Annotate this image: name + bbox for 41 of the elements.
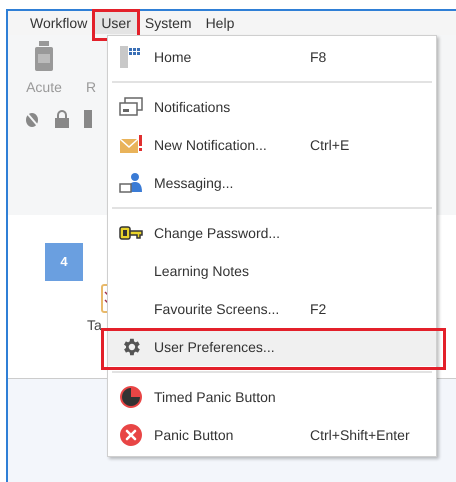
shortcut-label: F2 [310,300,326,318]
grid-icon [120,46,142,68]
menu-item[interactable]: Change Password... [108,214,436,252]
menu-item-label: Notifications [154,98,232,116]
shortcut-label: Ctrl+E [310,136,350,154]
menu-item-label: Learning Notes [154,262,250,281]
menu-item[interactable]: Notifications [108,88,436,126]
menu-bar-item[interactable]: User [95,12,137,34]
windows-icon [119,97,143,117]
count-badge: 4 [45,243,83,281]
menu-item[interactable]: New Notification... Ctrl+E [108,126,436,164]
menu-item-label: Timed Panic Button [154,388,277,406]
timer-icon [119,385,143,409]
shortcut-label: F8 [310,48,326,66]
envelope-alert-icon [119,135,143,155]
menu-item-label: User Preferences... [154,338,276,356]
menu-item-label: Home [154,48,192,66]
menu-item-label: Messaging... [154,174,234,193]
menu-item[interactable]: Timed Panic Button [108,378,436,416]
person-message-icon [119,172,143,194]
menu-item-label: Panic Button [154,426,234,444]
menu-bar-item[interactable]: Workflow [24,12,94,34]
menu-item[interactable]: User Preferences... [108,328,436,366]
menu-item-label: Favourite Screens... [154,300,280,318]
key-icon [119,226,143,240]
toolbar-label: Acute [26,78,62,97]
menu-item[interactable]: Panic Button Ctrl+Shift+Enter [108,416,436,454]
menu-item[interactable]: Messaging... [108,164,436,202]
tile-label: Ta [86,316,102,335]
close-icon [119,423,143,447]
menu-item[interactable]: Learning Notes [108,252,436,290]
shortcut-label: Ctrl+Shift+Enter [310,426,410,444]
lock-icon [54,110,70,128]
menu-item[interactable]: Favourite Screens... F2 [108,290,436,328]
bottle-icon [34,41,54,71]
menu-item-label: New Notification... [154,136,268,154]
menu-bar-item[interactable]: Help [200,12,240,34]
menu-bar-item[interactable]: System [138,12,198,34]
menu-item[interactable]: Home F8 [108,38,436,76]
menu-item-label: Change Password... [154,224,282,243]
toolbar-label: R [86,78,96,97]
